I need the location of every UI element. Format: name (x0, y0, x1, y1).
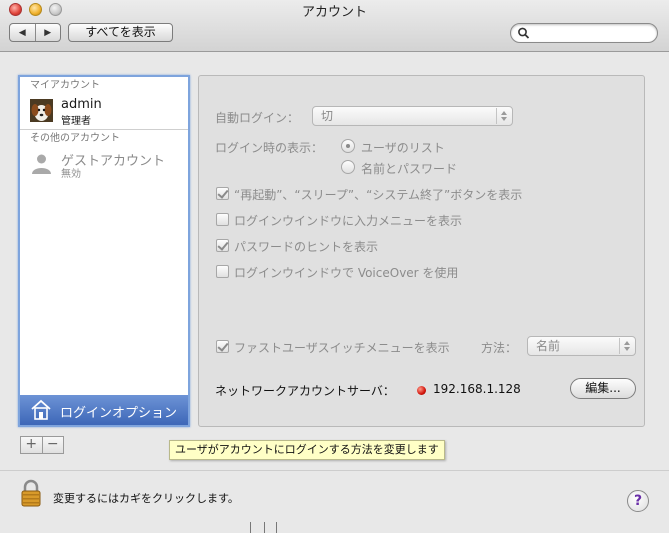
login-options-panel: 自動ログイン： 切 ログイン時の表示： ユーザのリスト 名前とパスワード “再起… (198, 75, 645, 427)
method-popup[interactable]: 名前 (527, 336, 636, 356)
account-list[interactable]: マイアカウント admin 管理者 その他のアカウント ゲストアカウント 無効 (18, 75, 190, 427)
help-button[interactable]: ? (627, 490, 649, 512)
status-light-icon (417, 386, 426, 395)
back-button[interactable]: ◀ (10, 24, 35, 41)
dog-avatar-icon (30, 99, 53, 122)
display-label: ログイン時の表示： (215, 141, 324, 155)
checkbox-fast-user-switch[interactable] (216, 340, 229, 353)
account-row-guest[interactable]: ゲストアカウント 無効 (20, 148, 188, 180)
network-server-label: ネットワークアカウントサーバ： (215, 384, 395, 398)
radio-name-password-label: 名前とパスワード (361, 162, 458, 176)
add-account-button[interactable]: + (21, 437, 42, 453)
my-account-heading: マイアカウント (30, 80, 100, 91)
checkbox-show-buttons[interactable] (216, 187, 229, 200)
network-server-value: 192.168.1.128 (433, 382, 521, 396)
lock-icon[interactable] (20, 479, 42, 507)
lock-message: 変更するにはカギをクリックします。 (53, 492, 239, 505)
popup-arrows-icon (619, 338, 633, 354)
radio-user-list[interactable] (341, 139, 355, 153)
forward-button[interactable]: ▶ (34, 24, 61, 41)
radio-user-list-label: ユーザのリスト (361, 141, 445, 155)
preferences-window: アカウント ◀ ▶ すべてを表示 マイアカウント admin 管理者 その他のア… (0, 0, 669, 533)
method-label: 方法： (481, 341, 518, 355)
fast-user-switch-label: ファストユーザスイッチメニューを表示 (234, 341, 450, 355)
edit-button[interactable]: 編集... (570, 378, 636, 399)
account-row-admin[interactable]: admin 管理者 (20, 95, 188, 127)
checkbox-password-hints[interactable] (216, 239, 229, 252)
auto-login-value: 切 (321, 109, 334, 123)
title-bar: アカウント ◀ ▶ すべてを表示 (0, 0, 669, 52)
checkbox-show-buttons-label: “再起動”、“スリープ”、“システム終了”ボタンを表示 (234, 188, 523, 202)
popup-arrows-icon (496, 108, 510, 124)
checkbox-input-menu[interactable] (216, 213, 229, 226)
checkbox-input-menu-label: ログインウインドウに入力メニューを表示 (234, 214, 463, 228)
radio-name-password[interactable] (341, 160, 355, 174)
auto-login-label: 自動ログイン： (215, 111, 300, 125)
account-role: 管理者 (61, 116, 91, 127)
guest-user-icon (32, 154, 51, 174)
checkbox-voiceover-label: ログインウインドウで VoiceOver を使用 (234, 266, 459, 280)
account-name: admin (61, 97, 102, 112)
search-icon (518, 27, 530, 39)
house-icon (31, 399, 51, 420)
window-title: アカウント (301, 5, 367, 20)
add-remove-control: + − (20, 436, 64, 454)
checkbox-voiceover[interactable] (216, 265, 229, 278)
remove-account-button[interactable]: − (41, 437, 64, 453)
window-edge-marks (250, 522, 280, 533)
login-options-label: ログインオプション (60, 406, 178, 421)
account-status: 無効 (61, 169, 81, 180)
checkbox-password-hints-label: パスワードのヒントを表示 (234, 240, 379, 254)
back-forward-control: ◀ ▶ (9, 23, 61, 42)
other-accounts-heading: その他のアカウント (30, 133, 120, 144)
tooltip: ユーザがアカウントにログインする方法を変更します (169, 440, 445, 460)
login-options-item[interactable]: ログインオプション (20, 395, 188, 425)
auto-login-popup[interactable]: 切 (312, 106, 513, 126)
show-all-button[interactable]: すべてを表示 (68, 23, 173, 42)
method-value: 名前 (536, 339, 561, 353)
search-input[interactable] (510, 23, 658, 43)
